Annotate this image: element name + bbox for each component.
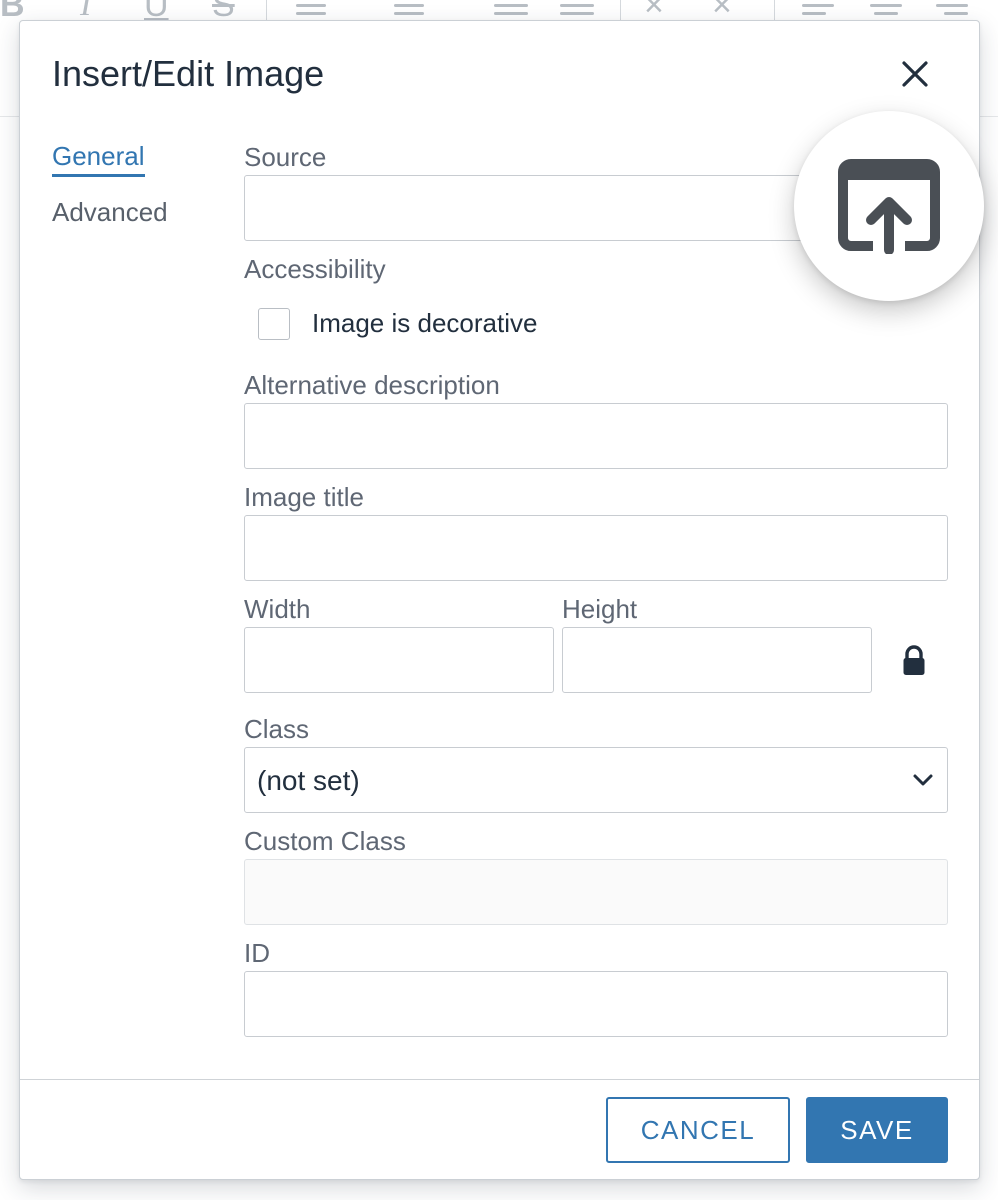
width-label: Width xyxy=(244,594,311,624)
class-select-value: (not set) xyxy=(257,765,360,796)
alt-description-label: Alternative description xyxy=(244,370,500,400)
bold-icon[interactable]: B xyxy=(0,0,25,22)
height-label: Height xyxy=(562,594,638,624)
editor-toolbar: B I U S × × xyxy=(0,0,998,22)
insert-edit-image-dialog: Insert/Edit Image General Advanced Sourc… xyxy=(19,20,984,1180)
image-title-label: Image title xyxy=(244,482,364,512)
dialog-title: Insert/Edit Image xyxy=(52,53,325,94)
italic-icon[interactable]: I xyxy=(80,0,91,22)
tab-advanced[interactable]: Advanced xyxy=(52,195,168,229)
close-button[interactable] xyxy=(894,53,936,95)
class-select[interactable]: (not set) xyxy=(244,747,948,813)
width-input[interactable] xyxy=(244,627,554,693)
underline-icon[interactable]: U xyxy=(144,0,169,22)
remove-format-icon[interactable]: × xyxy=(644,0,664,22)
strikethrough-icon[interactable]: S xyxy=(212,0,235,22)
close-icon xyxy=(902,61,928,87)
toolbar-separator xyxy=(266,0,267,22)
id-label: ID xyxy=(244,938,270,968)
save-button[interactable]: SAVE xyxy=(806,1097,948,1163)
decorative-checkbox-label: Image is decorative xyxy=(312,308,538,338)
constrain-proportions-button[interactable] xyxy=(902,645,926,682)
custom-class-input[interactable] xyxy=(244,859,948,925)
toolbar-separator xyxy=(774,0,775,22)
alt-description-input[interactable] xyxy=(244,403,948,469)
class-label: Class xyxy=(244,714,310,744)
toolbar-separator xyxy=(620,0,621,22)
accessibility-label: Accessibility xyxy=(244,254,386,284)
chevron-down-icon xyxy=(913,774,933,786)
upload-icon xyxy=(838,159,940,254)
lock-icon xyxy=(903,645,925,675)
cancel-button[interactable]: CANCEL xyxy=(606,1097,790,1163)
custom-class-label: Custom Class xyxy=(244,826,406,856)
tab-general[interactable]: General xyxy=(52,139,145,177)
height-input[interactable] xyxy=(562,627,872,693)
id-input[interactable] xyxy=(244,971,948,1037)
subscript-icon[interactable]: × xyxy=(712,0,732,22)
image-title-input[interactable] xyxy=(244,515,948,581)
decorative-checkbox[interactable] xyxy=(258,308,290,340)
upload-button[interactable] xyxy=(794,111,984,301)
source-label: Source xyxy=(244,142,327,172)
footer-divider xyxy=(20,1079,979,1080)
